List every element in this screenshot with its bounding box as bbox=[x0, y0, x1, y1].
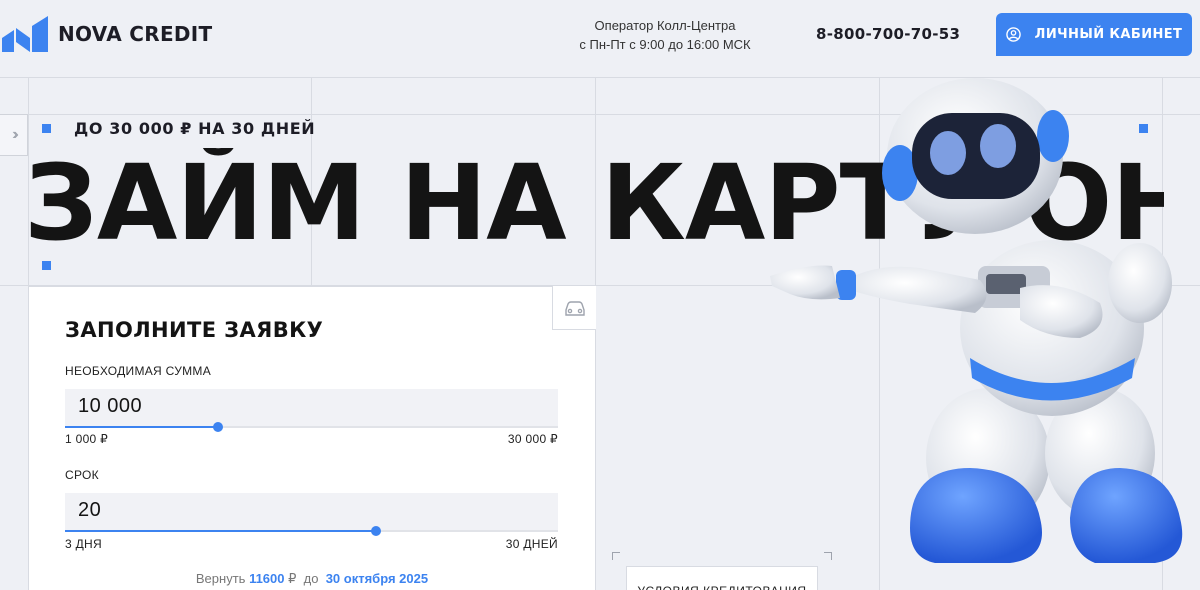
nova-logo-icon bbox=[2, 16, 48, 52]
term-slider-fill bbox=[65, 530, 376, 532]
term-max: 30 ДНЕЙ bbox=[505, 537, 558, 551]
term-slider[interactable] bbox=[65, 526, 558, 536]
hero-eyebrow: ДО 30 000 ₽ НА 30 ДНЕЙ bbox=[74, 119, 316, 138]
astronaut-mascot-image bbox=[770, 78, 1183, 563]
amount-slider-thumb[interactable] bbox=[212, 422, 223, 432]
decor-square bbox=[42, 261, 51, 270]
callcenter-hours: с Пн-Пт с 9:00 до 16:00 МСК bbox=[579, 37, 751, 52]
form-title: ЗАПОЛНИТЕ ЗАЯВКУ bbox=[65, 318, 324, 342]
term-min: 3 ДНЯ bbox=[65, 537, 102, 551]
car-icon bbox=[564, 300, 585, 316]
repay-currency: ₽ bbox=[288, 571, 297, 586]
double-chevron-right-icon: ›› bbox=[12, 126, 18, 143]
logo-text: NOVA CREDIT bbox=[58, 22, 213, 46]
repay-prefix: Вернуть bbox=[195, 571, 246, 586]
term-slider-thumb[interactable] bbox=[370, 526, 381, 536]
repay-amount: 11600 bbox=[249, 571, 285, 586]
personal-cabinet-button[interactable]: ЛИЧНЫЙ КАБИНЕТ bbox=[996, 13, 1192, 56]
corner-badge bbox=[552, 286, 596, 330]
logo[interactable]: NOVA CREDIT bbox=[2, 16, 213, 52]
amount-label: НЕОБХОДИМАЯ СУММА bbox=[65, 364, 212, 378]
repay-until: до bbox=[303, 571, 319, 586]
phone-link[interactable]: 8-800-700-70-53 bbox=[816, 25, 960, 43]
callcenter-info: Оператор Колл-Центра с Пн-Пт с 9:00 до 1… bbox=[560, 16, 770, 54]
amount-input[interactable]: 10 000 bbox=[65, 389, 558, 427]
amount-slider[interactable] bbox=[65, 422, 558, 432]
decor-bracket bbox=[612, 552, 620, 560]
amount-max: 30 000 ₽ bbox=[507, 432, 558, 446]
callcenter-title: Оператор Колл-Центра bbox=[594, 18, 736, 33]
personal-cabinet-label: ЛИЧНЫЙ КАБИНЕТ bbox=[1034, 27, 1183, 42]
repay-date: 30 октября 2025 bbox=[325, 571, 429, 586]
amount-min: 1 000 ₽ bbox=[65, 432, 109, 446]
term-input[interactable]: 20 bbox=[65, 493, 558, 531]
decor-square bbox=[42, 124, 51, 133]
repay-summary: Вернуть 11600 ₽ до 30 октября 2025 bbox=[28, 571, 596, 587]
user-circle-icon bbox=[1005, 27, 1021, 42]
term-label: СРОК bbox=[65, 468, 99, 482]
amount-slider-fill bbox=[65, 426, 218, 428]
